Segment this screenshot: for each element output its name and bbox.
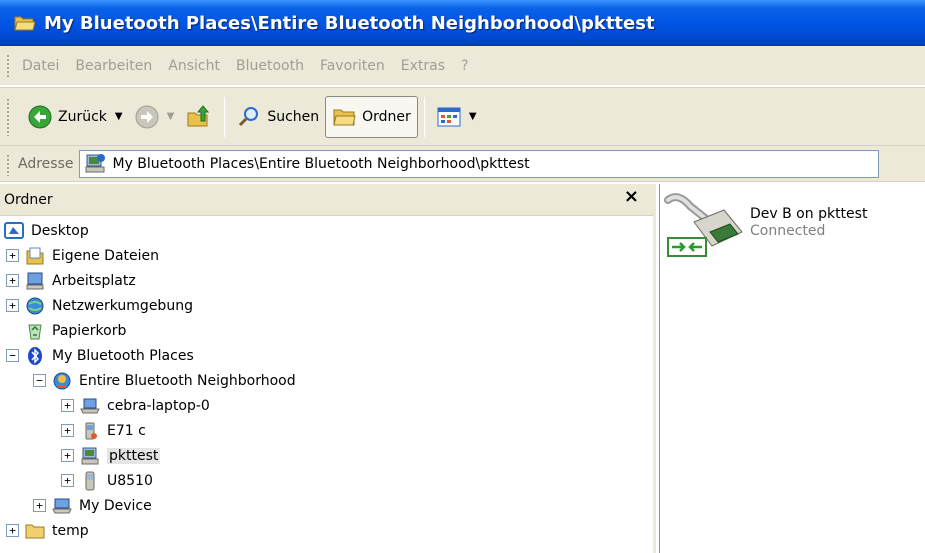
close-icon[interactable]: × (624, 186, 639, 207)
window-title: My Bluetooth Places\Entire Bluetooth Nei… (44, 12, 655, 34)
desktop-icon (4, 221, 24, 241)
tree-item-desktop[interactable]: Desktop (4, 218, 89, 243)
tree-item-label: Entire Bluetooth Neighborhood (79, 372, 296, 389)
expand-icon[interactable]: + (6, 274, 19, 287)
tree-item-arbeitsplatz[interactable]: + Arbeitsplatz (6, 268, 136, 293)
folders-button[interactable]: Ordner (325, 95, 418, 138)
content-pane: Dev B on pkttest Connected (659, 184, 925, 553)
tree-item-my-bluetooth-places[interactable]: − My Bluetooth Places (6, 343, 194, 368)
expand-icon[interactable]: + (61, 424, 74, 437)
back-dropdown-icon[interactable]: ▼ (115, 111, 123, 122)
my-documents-icon (25, 246, 45, 266)
tree-item-label: cebra-laptop-0 (107, 397, 210, 414)
address-label: Adresse (18, 155, 74, 172)
tree-item-temp[interactable]: + temp (6, 518, 89, 543)
menu-bar: Datei Bearbeiten Ansicht Bluetooth Favor… (0, 46, 925, 86)
forward-dropdown-icon[interactable]: ▼ (167, 111, 175, 122)
folders-label: Ordner (362, 108, 411, 125)
expand-icon[interactable]: + (33, 499, 46, 512)
tree-item-e71-c[interactable]: + E71 c (61, 418, 146, 443)
tree-item-label: temp (52, 522, 89, 539)
expand-icon[interactable]: + (61, 474, 74, 487)
menu-bearbeiten[interactable]: Bearbeiten (67, 58, 160, 74)
folder-up-icon (186, 104, 212, 129)
folder-pane-header: Ordner × (0, 184, 653, 216)
toolbar-separator (423, 96, 425, 137)
views-dropdown-icon[interactable]: ▼ (469, 111, 477, 122)
bluetooth-computer-icon (84, 153, 106, 175)
expand-icon[interactable]: + (6, 299, 19, 312)
forward-arrow-icon (135, 105, 159, 129)
title-bar: My Bluetooth Places\Entire Bluetooth Nei… (0, 0, 925, 46)
tree-item-label: U8510 (107, 472, 153, 489)
menu-datei[interactable]: Datei (14, 58, 67, 74)
address-bar-grip[interactable] (6, 154, 10, 176)
bluetooth-icon (25, 346, 45, 366)
device-status: Connected (750, 223, 826, 239)
tree-item-papierkorb[interactable]: Papierkorb (25, 318, 126, 343)
serial-port-icon (664, 192, 746, 262)
bluetooth-computer-icon (80, 446, 100, 466)
menu-bluetooth[interactable]: Bluetooth (228, 58, 312, 74)
menu-extras[interactable]: Extras (393, 58, 453, 74)
search-icon (237, 105, 261, 129)
tree-item-label: Netzwerkumgebung (52, 297, 193, 314)
expand-icon[interactable]: + (6, 249, 19, 262)
folder-icon (332, 106, 356, 128)
tree-item-pkttest[interactable]: + pkttest (61, 443, 161, 468)
back-button[interactable]: Zurück ▼ (22, 96, 129, 138)
tree-item-eigene-dateien[interactable]: + Eigene Dateien (6, 243, 159, 268)
views-button[interactable]: ▼ (431, 96, 483, 138)
tree-item-label: Papierkorb (52, 322, 127, 339)
folder-pane-title: Ordner (4, 191, 53, 208)
tree-item-my-device[interactable]: + My Device (33, 493, 152, 518)
tree-item-u8510[interactable]: + U8510 (61, 468, 153, 493)
recycle-bin-icon (25, 321, 45, 341)
tree-item-label: Eigene Dateien (52, 247, 160, 264)
folder-open-icon (14, 14, 36, 32)
laptop-icon (80, 396, 100, 416)
address-field[interactable]: My Bluetooth Places\Entire Bluetooth Nei… (79, 149, 880, 178)
tree-item-label: pkttest (107, 447, 161, 464)
search-label: Suchen (267, 108, 320, 125)
expand-icon[interactable]: + (6, 524, 19, 537)
toolbar-grip[interactable] (6, 98, 10, 136)
views-icon (437, 106, 461, 128)
search-button[interactable]: Suchen (231, 96, 325, 138)
collapse-icon[interactable]: − (6, 349, 19, 362)
toolbar: Zurück ▼ ▼ Suchen Ordner ▼ (0, 87, 925, 146)
back-label: Zurück (58, 108, 107, 125)
menu-bar-grip[interactable] (6, 54, 10, 78)
expand-icon[interactable]: + (61, 399, 74, 412)
expand-icon[interactable]: + (61, 449, 74, 462)
collapse-icon[interactable]: − (33, 374, 46, 387)
back-arrow-icon (28, 105, 52, 129)
tree-item-label: Desktop (31, 222, 89, 239)
my-computer-icon (25, 271, 45, 291)
address-bar: Adresse My Bluetooth Places\Entire Bluet… (0, 146, 925, 182)
tree-item-label: Arbeitsplatz (52, 272, 136, 289)
tree-item-label: My Device (79, 497, 152, 514)
menu-help[interactable]: ? (453, 58, 476, 74)
up-folder-button[interactable] (180, 96, 218, 138)
device-name: Dev B on pkttest (750, 206, 868, 222)
toolbar-separator (224, 96, 226, 137)
bluetooth-neighborhood-icon (52, 371, 72, 391)
mobile-phone-icon (80, 471, 100, 491)
tree-item-cebra-laptop[interactable]: + cebra-laptop-0 (61, 393, 210, 418)
forward-button[interactable]: ▼ (129, 96, 181, 138)
menu-ansicht[interactable]: Ansicht (160, 58, 228, 74)
folder-pane: Ordner × Desktop + Eigene Dateien + Arbe… (0, 184, 656, 553)
tree-item-label: E71 c (107, 422, 146, 439)
address-value: My Bluetooth Places\Entire Bluetooth Nei… (112, 155, 530, 172)
tree-item-netzwerkumgebung[interactable]: + Netzwerkumgebung (6, 293, 193, 318)
folder-icon (25, 521, 45, 541)
menu-favoriten[interactable]: Favoriten (312, 58, 393, 74)
network-icon (25, 296, 45, 316)
phone-icon (80, 421, 100, 441)
content-item[interactable]: Dev B on pkttest Connected (664, 192, 867, 262)
my-device-icon (52, 496, 72, 516)
tree-item-entire-bluetooth-neighborhood[interactable]: − Entire Bluetooth Neighborhood (33, 368, 296, 393)
tree-item-label: My Bluetooth Places (52, 347, 194, 364)
